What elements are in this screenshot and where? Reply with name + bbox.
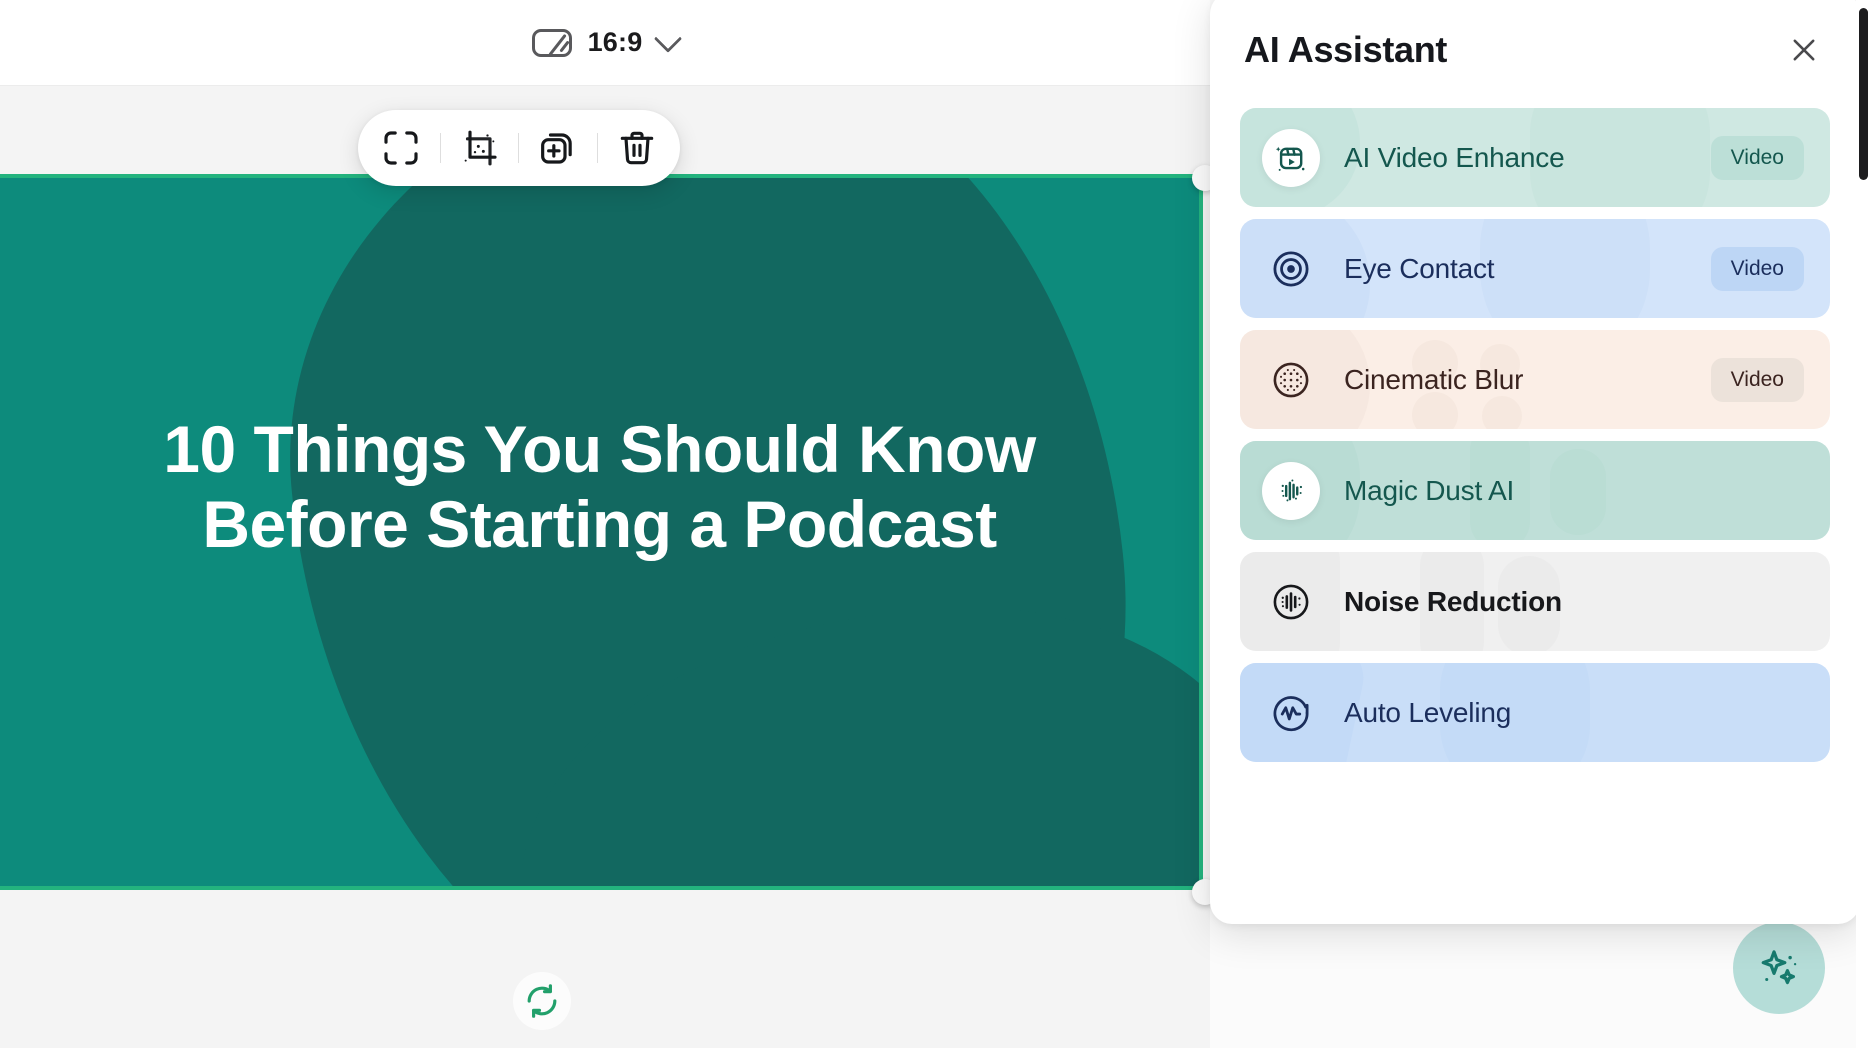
toolbar-divider	[597, 133, 598, 163]
ai-panel-header: AI Assistant	[1240, 0, 1830, 108]
chevron-down-icon[interactable]	[654, 24, 682, 52]
decor-blob	[1480, 219, 1650, 318]
ai-feature-label: Noise Reduction	[1344, 586, 1562, 618]
eye-contact-icon	[1262, 240, 1320, 298]
duplicate-button[interactable]	[531, 121, 585, 175]
duplicate-add-icon	[538, 128, 578, 168]
noise-reduction-icon	[1262, 573, 1320, 631]
ai-feature-label: Magic Dust AI	[1344, 475, 1514, 507]
ai-feature-magic-dust-ai[interactable]: Magic Dust AI	[1240, 441, 1830, 540]
aspect-ratio-control[interactable]: 16:9	[532, 27, 679, 58]
auto-leveling-icon	[1262, 684, 1320, 742]
ai-feature-ai-video-enhance[interactable]: AI Video Enhance Video	[1240, 108, 1830, 207]
rotate-button[interactable]	[513, 972, 571, 1030]
aspect-ratio-icon	[532, 29, 572, 57]
ai-feature-badge: Video	[1711, 247, 1804, 291]
magic-crop-button[interactable]	[453, 121, 507, 175]
ai-feature-noise-reduction[interactable]: Noise Reduction	[1240, 552, 1830, 651]
focus-frame-icon	[381, 128, 421, 168]
aspect-ratio-value: 16:9	[588, 27, 643, 58]
ai-assistant-panel: AI Assistant	[1210, 0, 1860, 924]
ai-feature-eye-contact[interactable]: Eye Contact Video	[1240, 219, 1830, 318]
cinematic-blur-glyph	[1270, 359, 1312, 401]
ai-feature-badge: Video	[1711, 358, 1804, 402]
ai-feature-label: Auto Leveling	[1344, 697, 1511, 729]
decor-bar	[1550, 449, 1606, 535]
ai-panel-title: AI Assistant	[1244, 29, 1447, 71]
ai-video-enhance-icon	[1262, 129, 1320, 187]
headline-line-1: 10 Things You Should Know	[163, 412, 1035, 486]
ai-feature-list: AI Video Enhance Video Eye Contact Video	[1240, 108, 1830, 762]
trash-icon	[617, 128, 657, 168]
close-icon	[1787, 33, 1821, 67]
ai-feature-label: AI Video Enhance	[1344, 142, 1564, 174]
toolbar-divider	[440, 133, 441, 163]
ai-feature-label: Eye Contact	[1344, 253, 1494, 285]
close-panel-button[interactable]	[1782, 28, 1826, 72]
decor-dot	[1482, 396, 1522, 429]
sparkles-icon	[1756, 945, 1802, 991]
element-toolbar	[358, 110, 680, 186]
magic-dust-icon	[1262, 462, 1320, 520]
slide-canvas[interactable]: 10 Things You Should Know Before Startin…	[0, 178, 1199, 886]
magic-crop-icon	[460, 128, 500, 168]
ai-feature-badge: Video	[1711, 136, 1804, 180]
canvas-wrapper: 10 Things You Should Know Before Startin…	[0, 178, 1205, 892]
top-toolbar: 16:9	[0, 0, 1210, 86]
rotate-refresh-icon	[523, 982, 561, 1020]
toolbar-divider	[518, 133, 519, 163]
delete-button[interactable]	[610, 121, 664, 175]
ai-assistant-fab[interactable]	[1733, 922, 1825, 1014]
cinematic-blur-icon	[1262, 351, 1320, 409]
editor-stage[interactable]: 10 Things You Should Know Before Startin…	[0, 86, 1210, 1048]
decor-dot	[1412, 392, 1458, 429]
ai-feature-auto-leveling[interactable]: Auto Leveling	[1240, 663, 1830, 762]
headline-line-2: Before Starting a Podcast	[202, 487, 996, 561]
page-scrollbar-thumb[interactable]	[1859, 8, 1868, 180]
slide-headline[interactable]: 10 Things You Should Know Before Startin…	[0, 412, 1199, 561]
fit-to-frame-button[interactable]	[374, 121, 428, 175]
ai-feature-cinematic-blur[interactable]: Cinematic Blur Video	[1240, 330, 1830, 429]
ai-feature-label: Cinematic Blur	[1344, 364, 1523, 396]
editor-window: 16:9	[0, 0, 1870, 1048]
